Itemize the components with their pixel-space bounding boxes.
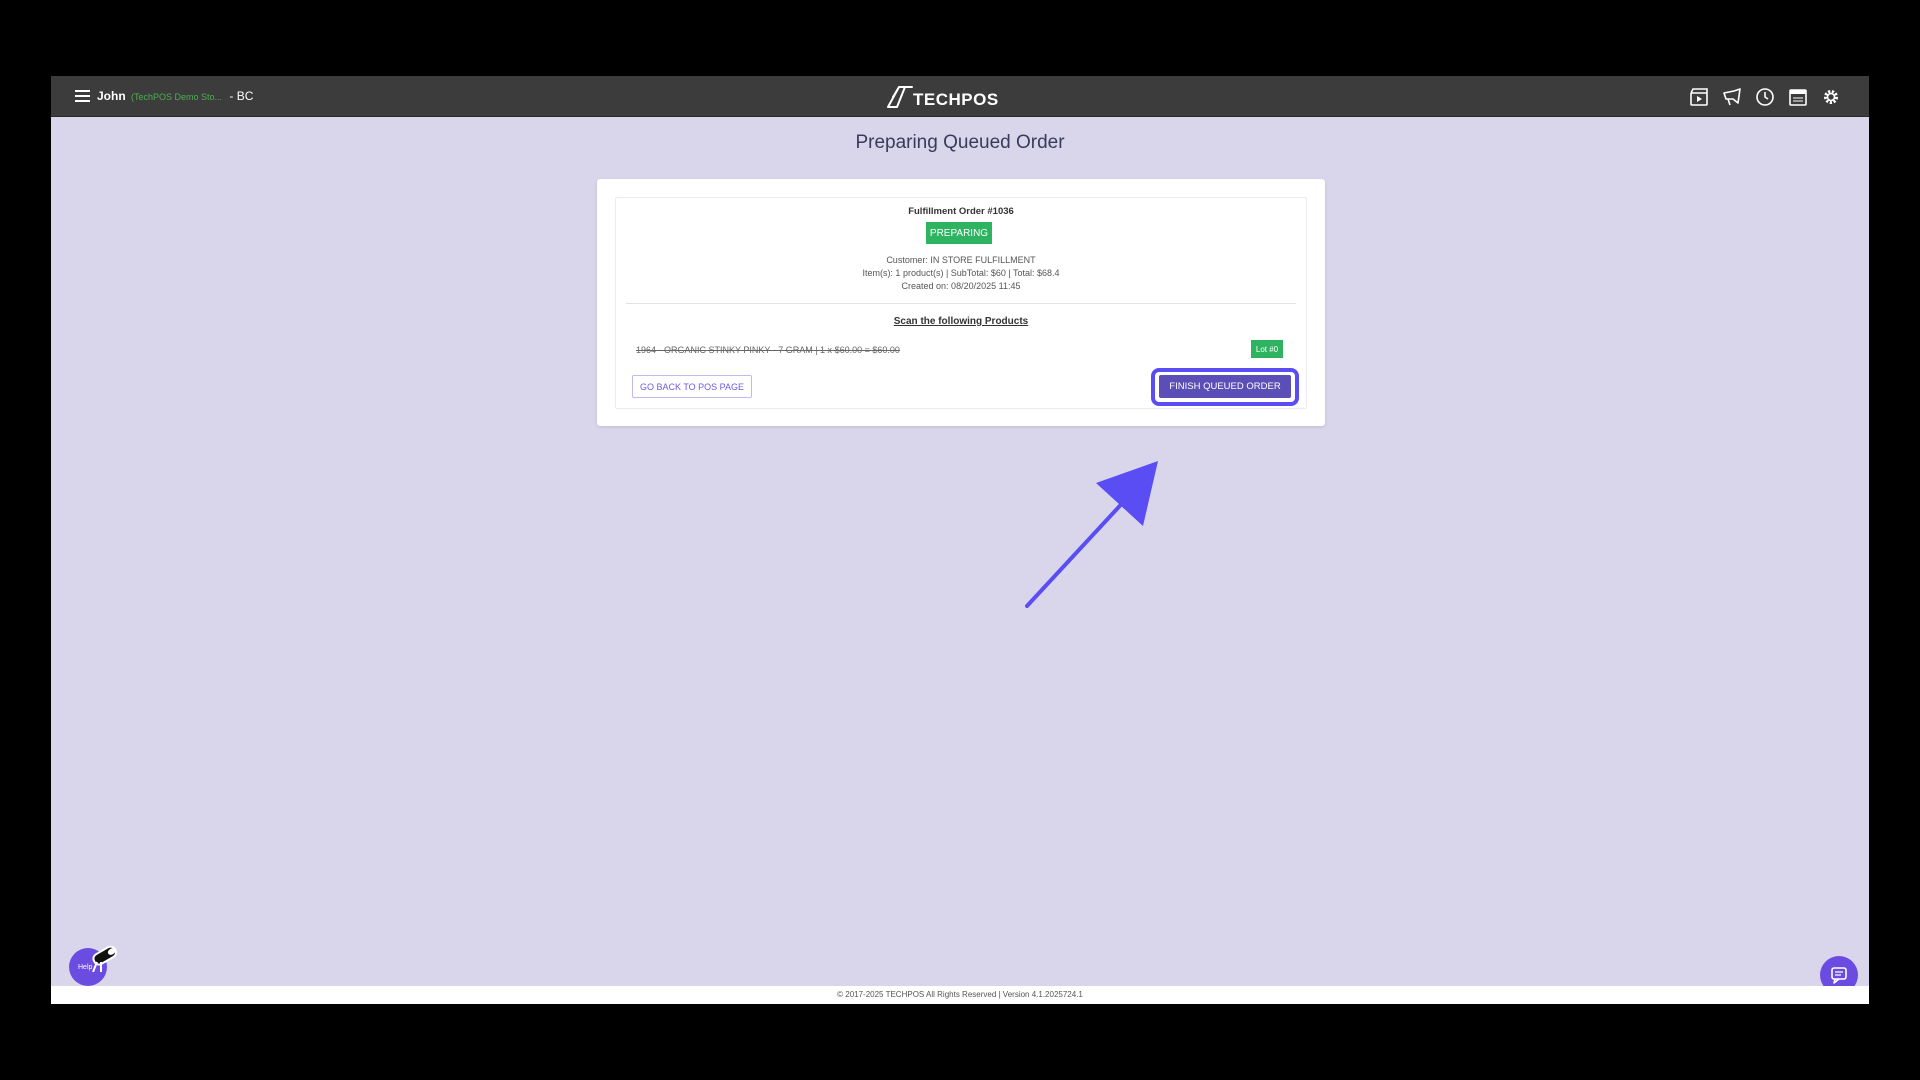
- film-icon[interactable]: [1688, 86, 1709, 107]
- megaphone-icon[interactable]: [1721, 86, 1742, 107]
- user-name: John: [97, 89, 126, 103]
- user-info[interactable]: John (TechPOS Demo Sto... - BC: [97, 89, 253, 103]
- footer-text: © 2017-2025 TECHPOS All Rights Reserved …: [837, 990, 1083, 999]
- top-bar: John (TechPOS Demo Sto... - BC TECHPOS: [51, 76, 1869, 117]
- lot-badge: Lot #0: [1251, 340, 1283, 358]
- logo-mark-icon: [887, 86, 913, 108]
- techpos-logo[interactable]: TECHPOS: [885, 83, 998, 111]
- clock-icon[interactable]: [1754, 86, 1775, 107]
- go-back-button[interactable]: GO BACK TO POS PAGE: [632, 375, 752, 398]
- page-title: Preparing Queued Order: [855, 132, 1065, 153]
- menu-icon[interactable]: [75, 90, 90, 102]
- telescope-icon: [92, 945, 118, 972]
- status-badge: PREPARING: [926, 222, 992, 244]
- order-title: Fulfillment Order #1036: [908, 206, 1014, 217]
- annotation-arrow-icon: [1025, 461, 1158, 608]
- created-date: Created on: 08/20/2025 11:45: [901, 281, 1021, 291]
- top-toolbar: [1688, 86, 1841, 107]
- items-summary: Item(s): 1 product(s) | SubTotal: $60 | …: [862, 268, 1060, 278]
- region-label: - BC: [229, 89, 254, 103]
- divider: [626, 303, 1296, 304]
- logo-text: TECHPOS: [913, 90, 999, 109]
- chat-icon: [1831, 967, 1847, 984]
- customer-text: Customer: IN STORE FULFILLMENT: [886, 255, 1036, 265]
- gear-icon[interactable]: [1820, 86, 1841, 107]
- footer: © 2017-2025 TECHPOS All Rights Reserved …: [51, 986, 1869, 1004]
- order-card: Fulfillment Order #1036 PREPARING Custom…: [597, 179, 1325, 426]
- scan-heading: Scan the following Products: [893, 316, 1029, 327]
- order-panel: Fulfillment Order #1036 PREPARING Custom…: [615, 197, 1307, 409]
- store-name: (TechPOS Demo Sto...: [131, 92, 223, 102]
- app-window: John (TechPOS Demo Sto... - BC TECHPOS P…: [51, 76, 1869, 1004]
- finish-queued-order-button[interactable]: FINISH QUEUED ORDER: [1159, 375, 1291, 398]
- product-line: 1964 - ORGANIC STINKY PINKY - 7 GRAM | 1…: [636, 345, 900, 355]
- calendar-icon[interactable]: [1787, 86, 1808, 107]
